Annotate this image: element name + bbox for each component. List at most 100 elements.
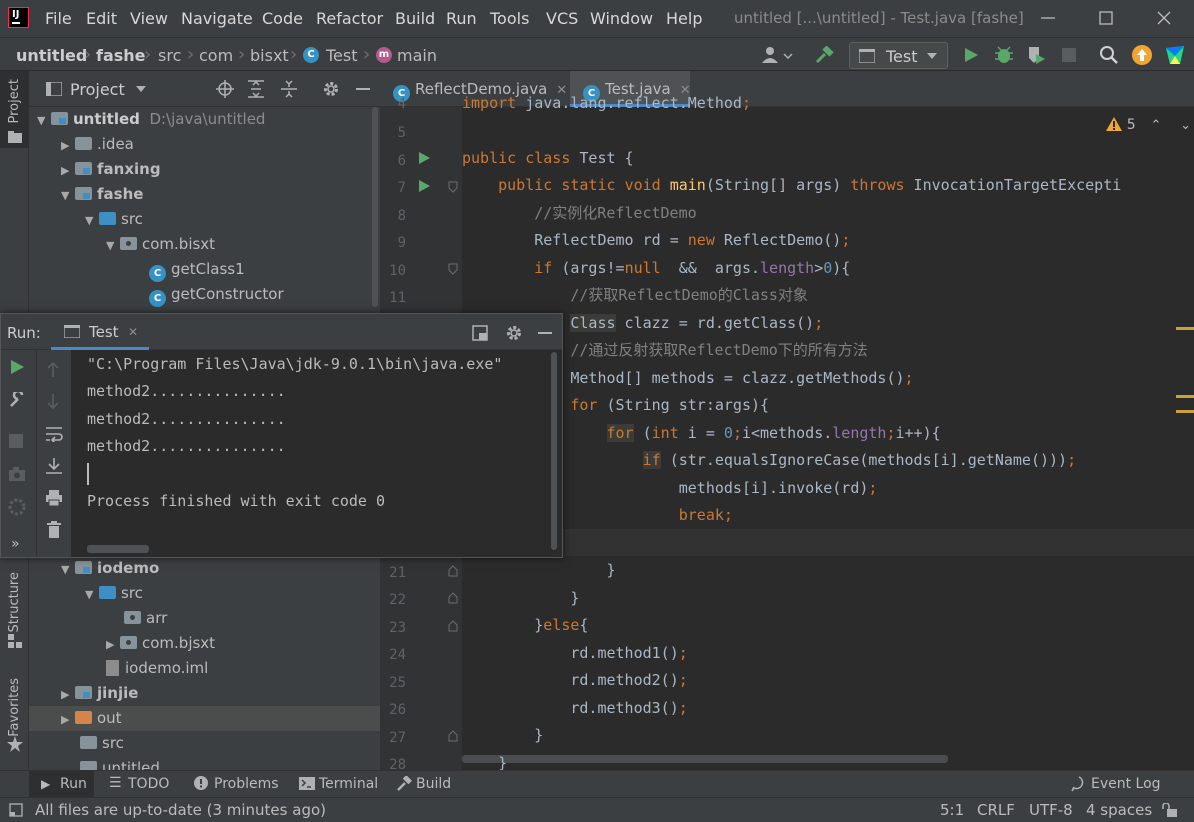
run-tab-test[interactable]: Test ✕	[51, 314, 149, 350]
menu-vcs[interactable]: VCS	[546, 9, 578, 28]
run-configuration-selector[interactable]: Test	[849, 42, 948, 69]
tree-item-out[interactable]: ▶ out	[29, 706, 380, 731]
tree-item-iodemo[interactable]: ▼ iodemo	[61, 556, 159, 581]
tree-item-untitled[interactable]: ▼ untitled D:\java\untitled	[37, 107, 265, 132]
run-with-coverage-icon[interactable]	[1026, 45, 1046, 65]
run-gutter-icon[interactable]	[418, 180, 430, 192]
console-horizontal-scrollbar[interactable]	[87, 545, 149, 553]
menu-build[interactable]: Build	[395, 9, 435, 28]
breadcrumb-src[interactable]: src	[158, 46, 181, 65]
tree-item-src[interactable]: src	[80, 731, 124, 756]
todo-tool-button[interactable]: ☰ TODO	[103, 771, 178, 797]
rerun-icon[interactable]	[10, 360, 24, 374]
gear-icon[interactable]	[505, 324, 523, 342]
menu-edit[interactable]: Edit	[86, 9, 117, 28]
up-arrow-icon[interactable]	[46, 362, 60, 378]
locate-icon[interactable]	[216, 80, 234, 98]
trash-icon[interactable]	[46, 521, 62, 539]
project-scrollbar[interactable]	[372, 107, 378, 307]
stop-icon[interactable]	[1060, 46, 1078, 64]
menu-tools[interactable]: Tools	[490, 9, 529, 28]
console-output[interactable]: "C:\Program Files\Java\jdk-9.0.1\bin\jav…	[71, 350, 562, 557]
project-panel-title[interactable]: Project	[70, 80, 125, 99]
tree-item-fanxing[interactable]: ▶ fanxing	[61, 157, 161, 182]
gear-icon[interactable]	[322, 80, 340, 98]
previous-highlight-icon[interactable]: ⌃	[1150, 118, 1161, 133]
error-stripe-mark[interactable]	[1176, 327, 1194, 330]
fold-marker-icon[interactable]	[448, 181, 458, 193]
breadcrumb-module[interactable]: fashe	[96, 46, 146, 65]
tree-item-idea[interactable]: ▶ .idea	[61, 132, 134, 157]
fold-marker-icon[interactable]	[448, 620, 458, 632]
menu-file[interactable]: File	[45, 9, 72, 28]
menu-run[interactable]: Run	[446, 9, 477, 28]
bug-settings-icon[interactable]	[8, 498, 26, 516]
tree-item-src[interactable]: ▼ src	[85, 207, 143, 232]
event-log-button[interactable]: Event Log	[1068, 771, 1161, 797]
error-stripe-mark[interactable]	[1176, 395, 1194, 398]
wrench-icon[interactable]	[9, 392, 25, 408]
fold-marker-icon[interactable]	[448, 730, 458, 742]
console-vertical-scrollbar[interactable]	[551, 352, 557, 550]
toolbox-icon[interactable]	[1164, 44, 1186, 66]
tree-item-untitled-file[interactable]: untitled	[80, 756, 160, 770]
run-tool-button[interactable]: ▶ Run	[29, 771, 94, 797]
breadcrumb-project[interactable]: untitled	[16, 46, 87, 65]
menu-refactor[interactable]: Refactor	[316, 9, 383, 28]
structure-tool-button[interactable]: Structure	[0, 568, 29, 653]
menu-navigate[interactable]: Navigate	[181, 9, 253, 28]
menu-window[interactable]: Window	[590, 9, 653, 28]
caret-position[interactable]: 5:1	[940, 801, 964, 819]
tree-item-jinjie[interactable]: ▶ jinjie	[61, 681, 138, 706]
fold-marker-icon[interactable]	[448, 592, 458, 604]
favorites-tool-button[interactable]: Favorites	[0, 676, 29, 761]
menu-view[interactable]: View	[130, 9, 168, 28]
editor-horizontal-scrollbar[interactable]	[462, 755, 948, 763]
tree-item-getconstructor[interactable]: CgetConstructor	[149, 282, 284, 307]
update-icon[interactable]	[1131, 44, 1153, 66]
run-icon[interactable]	[962, 46, 980, 64]
build-tool-button[interactable]: Build	[393, 771, 458, 797]
breadcrumb-bisxt[interactable]: bisxt	[250, 46, 289, 65]
tree-item-arr[interactable]: arr	[124, 606, 167, 631]
soft-wrap-icon[interactable]	[45, 426, 63, 442]
menu-help[interactable]: Help	[666, 9, 702, 28]
expand-all-icon[interactable]	[248, 80, 264, 98]
tree-item-fashe[interactable]: ▼ fashe	[61, 182, 143, 207]
more-tools-icon[interactable]: »	[11, 536, 20, 552]
minimize-icon[interactable]	[1038, 8, 1058, 28]
tree-item-iodemo-iml[interactable]: iodemo.iml	[106, 656, 208, 681]
fold-marker-icon[interactable]	[448, 565, 458, 577]
print-icon[interactable]	[45, 489, 63, 507]
chevron-down-icon[interactable]	[136, 86, 146, 92]
tree-item-com-bisxt[interactable]: ▼ com.bisxt	[106, 232, 215, 257]
project-tool-button[interactable]: Project	[0, 71, 29, 148]
build-hammer-icon[interactable]	[814, 46, 834, 64]
hide-panel-icon[interactable]	[538, 332, 552, 334]
tree-item-com-bjsxt[interactable]: ▶ com.bjsxt	[106, 631, 215, 656]
tree-item-src[interactable]: ▼ src	[85, 581, 143, 606]
breadcrumb-class[interactable]: Test	[326, 46, 358, 65]
breadcrumb-method[interactable]: main	[397, 46, 437, 65]
run-gutter-icon[interactable]	[418, 152, 430, 164]
next-highlight-icon[interactable]: ⌄	[1180, 118, 1191, 133]
scroll-to-end-icon[interactable]	[45, 457, 63, 475]
close-window-icon[interactable]	[1154, 8, 1174, 28]
lock-icon[interactable]	[1162, 803, 1178, 818]
down-arrow-icon[interactable]	[46, 393, 60, 409]
error-stripe-mark[interactable]	[1176, 410, 1194, 413]
camera-icon[interactable]	[8, 466, 26, 482]
close-tab-icon[interactable]: ✕	[128, 325, 138, 339]
indent-setting[interactable]: 4 spaces	[1086, 801, 1152, 819]
problems-tool-button[interactable]: Problems	[188, 771, 283, 797]
fold-marker-icon[interactable]	[448, 263, 458, 275]
stop-icon[interactable]	[9, 434, 23, 448]
status-message[interactable]: All files are up-to-date (3 minutes ago)	[35, 801, 326, 819]
status-square-icon[interactable]	[9, 803, 23, 817]
debug-icon[interactable]	[994, 45, 1014, 65]
menu-code[interactable]: Code	[262, 9, 303, 28]
maximize-icon[interactable]	[1096, 8, 1116, 28]
hide-panel-icon[interactable]	[356, 88, 370, 90]
terminal-tool-button[interactable]: Terminal	[293, 771, 383, 797]
file-encoding[interactable]: UTF-8	[1029, 801, 1073, 819]
